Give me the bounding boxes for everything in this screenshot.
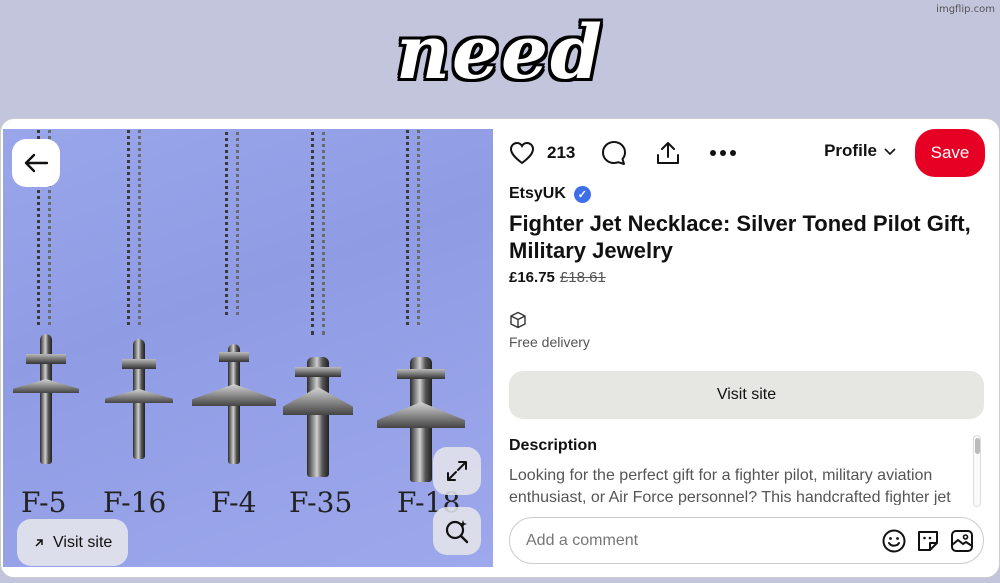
like-button[interactable] [509, 141, 535, 165]
more-options-button[interactable] [709, 149, 737, 157]
comment-tools [881, 528, 975, 554]
jet-label: F-16 [103, 486, 167, 519]
original-price: £18.61 [559, 269, 606, 286]
comment-placeholder: Add a comment [526, 531, 639, 549]
jet-label: F-35 [289, 486, 353, 519]
imgflip-watermark: imgflip.com [936, 4, 995, 15]
visit-site-overlay-label: Visit site [53, 533, 113, 551]
expand-icon [447, 461, 467, 481]
save-button[interactable]: Save [915, 129, 985, 177]
action-bar: 213 Profile Save [509, 129, 985, 177]
visit-site-button[interactable]: Visit site [509, 371, 984, 419]
description-scrollbar[interactable] [973, 435, 981, 507]
pin-details: 213 Profile Save EtsyUK ✓ Fighter Jet Ne… [509, 119, 985, 577]
necklace-chain [406, 129, 420, 325]
necklace-chain [311, 129, 325, 335]
comment-input[interactable]: Add a comment [509, 517, 984, 564]
comment-button[interactable] [601, 140, 627, 166]
description-heading: Description [509, 437, 598, 454]
sticker-icon[interactable] [915, 528, 941, 554]
image-upload-icon[interactable] [949, 528, 975, 554]
arrow-up-right-icon [35, 538, 43, 547]
jet-pendant-f16 [103, 339, 175, 469]
jet-label: F-5 [21, 486, 67, 519]
chevron-down-icon [884, 148, 896, 156]
share-upload-icon [657, 142, 680, 164]
lens-search-icon [445, 520, 469, 544]
scrollbar-thumb[interactable] [975, 438, 980, 454]
like-count: 213 [547, 143, 576, 162]
description-text: Looking for the perfect gift for a fight… [509, 467, 951, 505]
seller-link[interactable]: EtsyUK ✓ [509, 185, 591, 203]
seller-name: EtsyUK [509, 185, 566, 202]
jet-pendant-f35 [281, 357, 355, 477]
current-price: £16.75 [509, 269, 555, 286]
meme-caption: need [396, 10, 604, 96]
speech-bubble-icon [602, 141, 627, 165]
share-button[interactable] [655, 140, 681, 166]
heart-icon [509, 141, 535, 165]
necklace-chain [225, 129, 239, 315]
package-box-icon [510, 311, 526, 329]
visit-site-overlay-button[interactable]: Visit site [17, 519, 129, 566]
delivery-info: Free delivery [509, 334, 590, 350]
jet-pendant-f5 [11, 334, 81, 474]
emoji-icon[interactable] [881, 528, 907, 554]
profile-label: Profile [824, 141, 877, 160]
arrow-left-icon [24, 153, 49, 173]
expand-button[interactable] [433, 447, 481, 495]
jet-pendant-f4 [191, 344, 277, 469]
back-button[interactable] [12, 139, 60, 187]
verified-check-icon: ✓ [573, 185, 591, 203]
price-row: £16.75 £18.61 [509, 269, 606, 286]
visual-search-button[interactable] [433, 507, 481, 555]
product-image[interactable]: F-5 F-16 F-4 F-35 F-18 Visit site [3, 129, 493, 567]
ellipsis-icon [710, 150, 737, 156]
profile-dropdown[interactable]: Profile [824, 141, 897, 161]
jet-label: F-4 [211, 486, 257, 519]
pin-card: F-5 F-16 F-4 F-35 F-18 Visit site 213 Pr… [0, 118, 1000, 578]
product-title: Fighter Jet Necklace: Silver Toned Pilot… [509, 211, 971, 263]
necklace-chain [127, 129, 141, 325]
